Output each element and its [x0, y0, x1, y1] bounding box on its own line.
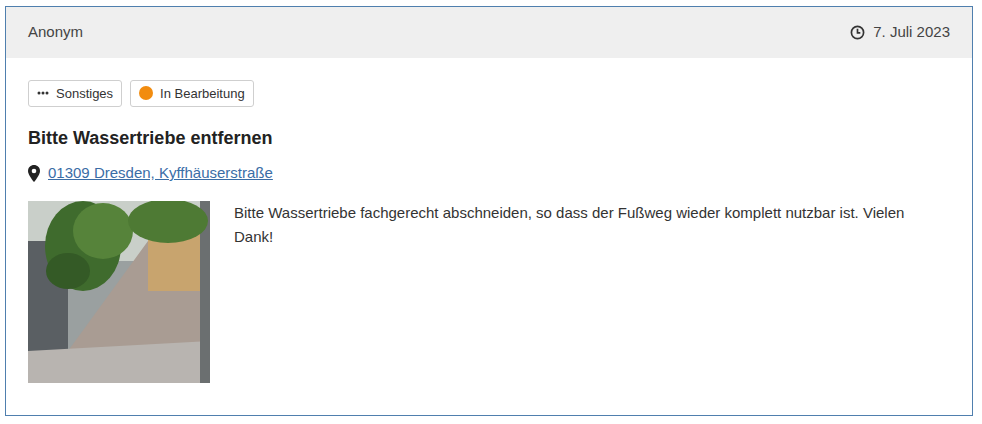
- tag-label: Sonstiges: [56, 84, 113, 104]
- clock-icon: [850, 25, 865, 40]
- tag-label: In Bearbeitung: [160, 84, 245, 104]
- author: Anonym: [28, 21, 83, 44]
- report-title: Bitte Wassertriebe entfernen: [28, 125, 950, 152]
- content-row: Bitte Wassertriebe fachgerecht abschneid…: [28, 201, 950, 383]
- tag-row: Sonstiges In Bearbeitung: [28, 80, 950, 108]
- map-pin-icon: [28, 165, 40, 182]
- tag: In Bearbeitung: [130, 80, 254, 108]
- location-link[interactable]: 01309 Dresden, Kyffhäuserstraße: [48, 162, 273, 185]
- date: 7. Juli 2023: [873, 21, 950, 44]
- report-description: Bitte Wassertriebe fachgerecht abschneid…: [234, 201, 950, 383]
- card-header: Anonym 7. Juli 2023: [6, 7, 972, 58]
- date-block: 7. Juli 2023: [850, 21, 950, 44]
- tag: Sonstiges: [28, 80, 122, 108]
- more-icon: [37, 91, 49, 95]
- report-photo[interactable]: [28, 201, 210, 383]
- location-row: 01309 Dresden, Kyffhäuserstraße: [28, 162, 950, 185]
- report-card: Anonym 7. Juli 2023 Sonstiges In Bearbeit…: [5, 6, 973, 416]
- card-body: Sonstiges In Bearbeitung Bitte Wassertrie…: [6, 58, 972, 415]
- status-dot: [139, 86, 153, 100]
